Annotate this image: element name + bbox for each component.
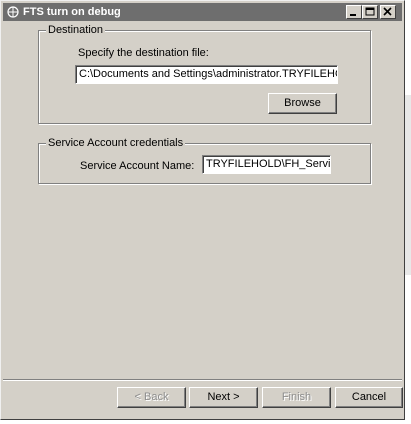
maximize-icon	[365, 7, 375, 16]
destination-prompt: Specify the destination file:	[78, 47, 209, 59]
footer-separator	[3, 379, 402, 381]
maximize-button[interactable]	[362, 5, 378, 19]
window-title: FTS turn on debug	[23, 6, 121, 18]
close-button[interactable]	[380, 5, 396, 19]
destination-file-input[interactable]: C:\Documents and Settings\administrator.…	[75, 65, 338, 84]
cancel-button[interactable]: Cancel	[335, 387, 403, 408]
finish-button[interactable]: Finish	[262, 387, 331, 408]
service-account-name-label: Service Account Name:	[80, 160, 195, 172]
title-bar[interactable]: FTS turn on debug	[3, 3, 402, 21]
close-icon	[383, 7, 392, 16]
service-account-group-title: Service Account credentials	[46, 136, 186, 150]
minimize-button[interactable]	[346, 5, 362, 19]
browse-button[interactable]: Browse	[268, 93, 337, 114]
service-account-name-input[interactable]: TRYFILEHOLD\FH_Service	[202, 155, 331, 174]
wizard-dialog: FTS turn on debug Destination Specify th…	[0, 0, 405, 420]
minimize-icon	[350, 14, 356, 16]
next-button[interactable]: Next >	[189, 387, 258, 408]
destination-group-title: Destination	[46, 23, 106, 37]
background-window-strip	[405, 95, 411, 275]
app-icon	[6, 5, 20, 19]
back-button[interactable]: < Back	[117, 387, 186, 408]
